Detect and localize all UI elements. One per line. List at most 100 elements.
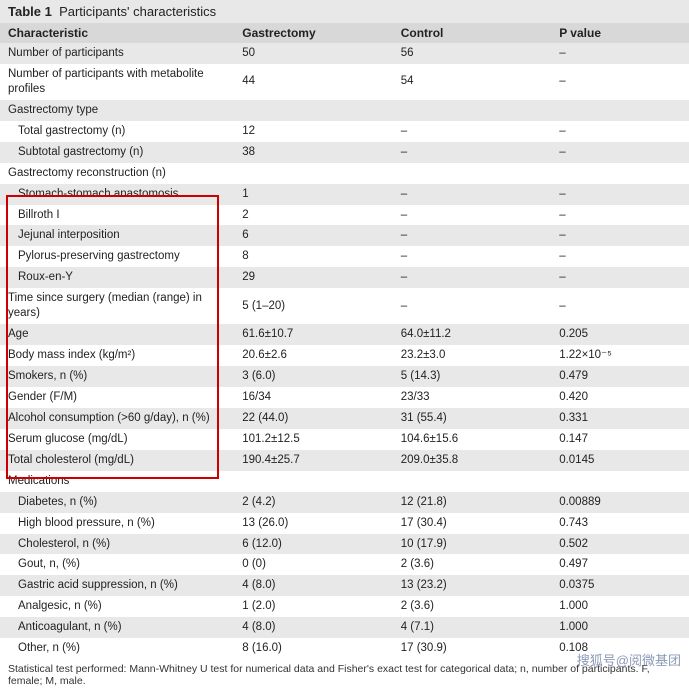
table-cell: Jejunal interposition — [0, 225, 234, 246]
table-cell: – — [551, 288, 689, 324]
table-cell: Cholesterol, n (%) — [0, 534, 234, 555]
table-cell — [234, 163, 392, 184]
table-cell: 0.205 — [551, 324, 689, 345]
table-cell — [393, 471, 551, 492]
table-cell — [393, 100, 551, 121]
table-cell: – — [551, 121, 689, 142]
table-cell: 16/34 — [234, 387, 392, 408]
table-cell: 17 (30.4) — [393, 513, 551, 534]
table-cell: 1.000 — [551, 617, 689, 638]
table-cell: – — [393, 142, 551, 163]
table-cell — [393, 163, 551, 184]
table-cell: 5 (1–20) — [234, 288, 392, 324]
table-cell: 6 (12.0) — [234, 534, 392, 555]
table-cell: Medications — [0, 471, 234, 492]
table-row: Gastrectomy type — [0, 100, 689, 121]
table-row: Cholesterol, n (%)6 (12.0)10 (17.9)0.502 — [0, 534, 689, 555]
table-cell: 0.743 — [551, 513, 689, 534]
table-row: Subtotal gastrectomy (n)38–– — [0, 142, 689, 163]
table-cell: 0.331 — [551, 408, 689, 429]
column-header: Control — [393, 23, 551, 43]
table-cell: Gastric acid suppression, n (%) — [0, 575, 234, 596]
table-cell: 0.0145 — [551, 450, 689, 471]
table-row: Total cholesterol (mg/dL)190.4±25.7209.0… — [0, 450, 689, 471]
table-row: Smokers, n (%)3 (6.0)5 (14.3)0.479 — [0, 366, 689, 387]
table-cell: Body mass index (kg/m²) — [0, 345, 234, 366]
table-cell: 64.0±11.2 — [393, 324, 551, 345]
table-cell: 1.22×10⁻⁵ — [551, 345, 689, 366]
column-header: P value — [551, 23, 689, 43]
table-cell: Total cholesterol (mg/dL) — [0, 450, 234, 471]
table-row: Roux-en-Y29–– — [0, 267, 689, 288]
table-row: Gastric acid suppression, n (%)4 (8.0)13… — [0, 575, 689, 596]
table-cell: 13 (26.0) — [234, 513, 392, 534]
table-cell: Diabetes, n (%) — [0, 492, 234, 513]
table-cell: Roux-en-Y — [0, 267, 234, 288]
table-cell: 2 (3.6) — [393, 596, 551, 617]
table-cell: 1 — [234, 184, 392, 205]
table-cell: 0.00889 — [551, 492, 689, 513]
table-cell: – — [393, 288, 551, 324]
table-cell: 10 (17.9) — [393, 534, 551, 555]
table-cell: 209.0±35.8 — [393, 450, 551, 471]
table-row: Gastrectomy reconstruction (n) — [0, 163, 689, 184]
table-cell: Time since surgery (median (range) in ye… — [0, 288, 234, 324]
table-cell: 0.0375 — [551, 575, 689, 596]
table-cell: 0.497 — [551, 554, 689, 575]
table-cell: 61.6±10.7 — [234, 324, 392, 345]
table-cell: 50 — [234, 43, 392, 64]
table-cell: Gender (F/M) — [0, 387, 234, 408]
table-number: Table 1 — [8, 4, 52, 19]
table-cell: – — [551, 43, 689, 64]
table-row: Alcohol consumption (>60 g/day), n (%)22… — [0, 408, 689, 429]
table-row: Serum glucose (mg/dL)101.2±12.5104.6±15.… — [0, 429, 689, 450]
characteristics-table: CharacteristicGastrectomyControlP value … — [0, 23, 689, 659]
table-cell: – — [551, 184, 689, 205]
table-cell: 0.502 — [551, 534, 689, 555]
table-cell — [234, 471, 392, 492]
table-cell: 56 — [393, 43, 551, 64]
table-caption: Table 1 Participants' characteristics — [0, 0, 689, 23]
table-cell: – — [393, 267, 551, 288]
table-cell: 1.000 — [551, 596, 689, 617]
table-cell: 38 — [234, 142, 392, 163]
table-row: Gender (F/M)16/3423/330.420 — [0, 387, 689, 408]
table-row: Total gastrectomy (n)12–– — [0, 121, 689, 142]
table-row: Billroth I2–– — [0, 205, 689, 226]
table-cell: 1 (2.0) — [234, 596, 392, 617]
table-cell: Alcohol consumption (>60 g/day), n (%) — [0, 408, 234, 429]
table-cell: – — [551, 246, 689, 267]
table-cell: 0.420 — [551, 387, 689, 408]
table-cell: – — [393, 225, 551, 246]
table-cell: Age — [0, 324, 234, 345]
table-cell: – — [551, 267, 689, 288]
table-row: Diabetes, n (%)2 (4.2)12 (21.8)0.00889 — [0, 492, 689, 513]
table-cell: 20.6±2.6 — [234, 345, 392, 366]
table-title: Participants' characteristics — [59, 4, 216, 19]
table-cell: 0 (0) — [234, 554, 392, 575]
table-row: Number of participants5056– — [0, 43, 689, 64]
table-row: Medications — [0, 471, 689, 492]
table-cell: 5 (14.3) — [393, 366, 551, 387]
table-cell: 190.4±25.7 — [234, 450, 392, 471]
table-cell: 13 (23.2) — [393, 575, 551, 596]
table-cell: Subtotal gastrectomy (n) — [0, 142, 234, 163]
table-row: Time since surgery (median (range) in ye… — [0, 288, 689, 324]
table-cell: – — [551, 64, 689, 100]
table-cell: 8 — [234, 246, 392, 267]
table-cell — [551, 100, 689, 121]
table-cell: 8 (16.0) — [234, 638, 392, 659]
table-cell: 23/33 — [393, 387, 551, 408]
table-row: Gout, n, (%)0 (0)2 (3.6)0.497 — [0, 554, 689, 575]
table-cell: 2 — [234, 205, 392, 226]
table-cell: 2 (4.2) — [234, 492, 392, 513]
table-row: Body mass index (kg/m²)20.6±2.623.2±3.01… — [0, 345, 689, 366]
table-cell: Other, n (%) — [0, 638, 234, 659]
table-cell: 44 — [234, 64, 392, 100]
table-row: Anticoagulant, n (%)4 (8.0)4 (7.1)1.000 — [0, 617, 689, 638]
table-cell: 54 — [393, 64, 551, 100]
table-cell: 101.2±12.5 — [234, 429, 392, 450]
column-header: Gastrectomy — [234, 23, 392, 43]
table-cell: Billroth I — [0, 205, 234, 226]
table-row: Stomach-stomach anastomosis1–– — [0, 184, 689, 205]
